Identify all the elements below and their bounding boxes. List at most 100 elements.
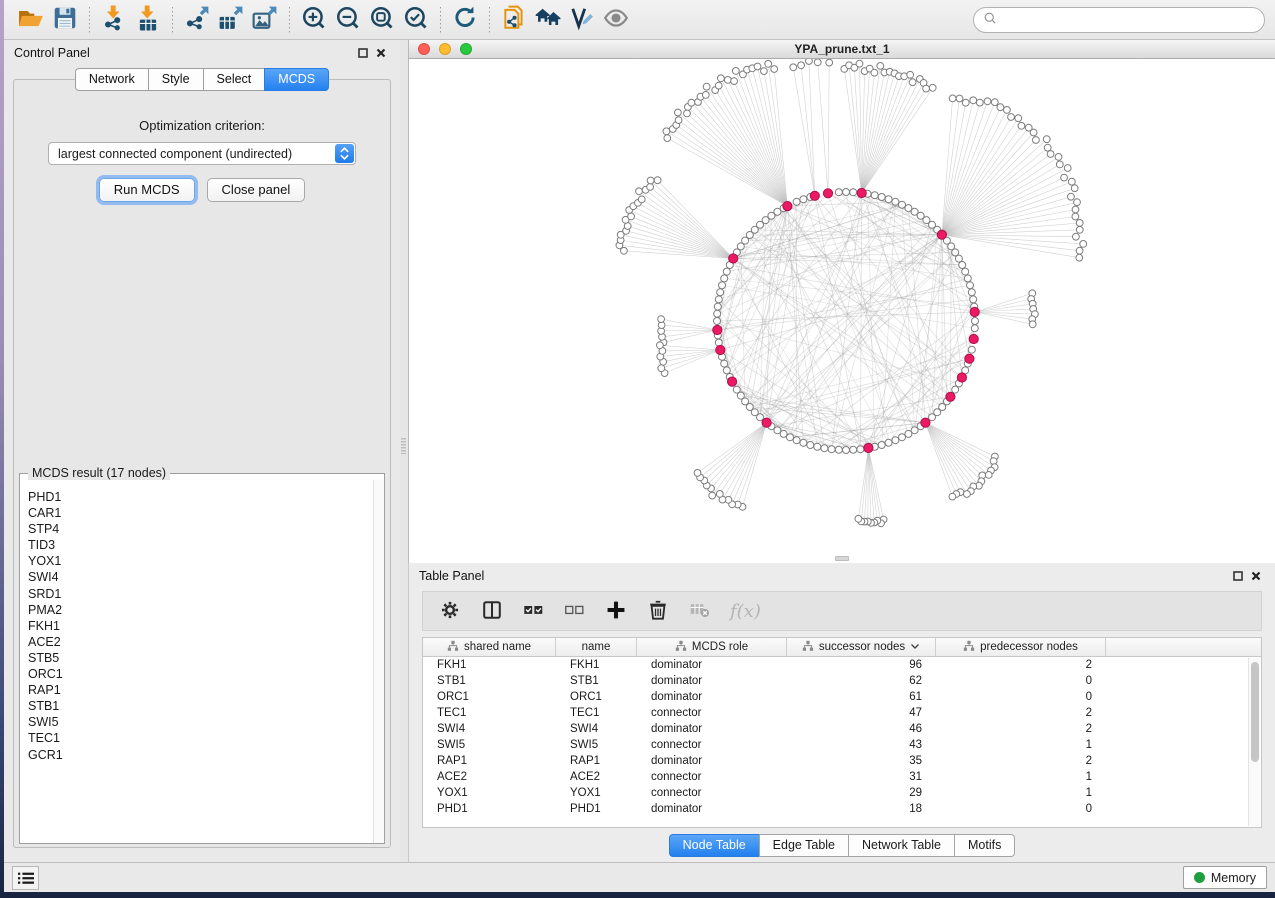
mcds-result-item[interactable]: CAR1	[28, 505, 373, 521]
vizmapper-button[interactable]	[565, 5, 599, 35]
mcds-result-item[interactable]: RAP1	[28, 682, 373, 698]
cell-MCDS-role[interactable]: dominator	[637, 755, 787, 767]
cell-MCDS-role[interactable]: dominator	[637, 675, 787, 687]
mcds-result-item[interactable]: TID3	[28, 537, 373, 553]
cell-shared-name[interactable]: STB1	[423, 675, 556, 687]
cell-predecessor-nodes[interactable]: 0	[936, 691, 1106, 703]
tab-network[interactable]: Network	[75, 68, 148, 91]
table-row[interactable]: SWI5SWI5connector431	[423, 737, 1261, 753]
tab-edge-table[interactable]: Edge Table	[759, 834, 848, 857]
tab-select[interactable]: Select	[203, 68, 265, 91]
table-row[interactable]: STB1STB1dominator620	[423, 673, 1261, 689]
vertical-splitter[interactable]	[400, 40, 408, 862]
cell-name[interactable]: PHD1	[556, 803, 637, 815]
mcds-result-item[interactable]: PMA2	[28, 602, 373, 618]
cell-name[interactable]: ORC1	[556, 691, 637, 703]
mcds-result-item[interactable]: STB5	[28, 650, 373, 666]
float-table-panel-icon[interactable]	[1229, 568, 1247, 584]
close-panel-button[interactable]: Close panel	[207, 178, 306, 202]
cell-shared-name[interactable]: PHD1	[423, 803, 556, 815]
cell-name[interactable]: FKH1	[556, 659, 637, 671]
cell-name[interactable]: RAP1	[556, 755, 637, 767]
mcds-result-item[interactable]: STB1	[28, 698, 373, 714]
close-window-icon[interactable]	[418, 43, 430, 55]
cell-MCDS-role[interactable]: dominator	[637, 659, 787, 671]
criterion-dropdown[interactable]: largest connected component (undirected)	[48, 142, 356, 165]
cell-predecessor-nodes[interactable]: 0	[936, 803, 1106, 815]
table-scrollbar[interactable]	[1248, 658, 1260, 826]
tab-style[interactable]: Style	[148, 68, 203, 91]
task-history-button[interactable]	[12, 866, 39, 890]
cell-successor-nodes[interactable]: 29	[787, 787, 936, 799]
tab-network-table[interactable]: Network Table	[848, 834, 954, 857]
cell-predecessor-nodes[interactable]: 2	[936, 659, 1106, 671]
select-all-button[interactable]	[523, 599, 544, 623]
cell-predecessor-nodes[interactable]: 1	[936, 739, 1106, 751]
table-row[interactable]: RAP1RAP1dominator352	[423, 753, 1261, 769]
zoom-in-button[interactable]	[297, 5, 331, 35]
cell-shared-name[interactable]: TEC1	[423, 707, 556, 719]
cell-predecessor-nodes[interactable]: 1	[936, 787, 1106, 799]
close-panel-icon[interactable]	[372, 45, 390, 61]
close-table-panel-icon[interactable]	[1247, 568, 1265, 584]
mcds-list-scrollbar[interactable]	[373, 480, 384, 843]
cell-shared-name[interactable]: FKH1	[423, 659, 556, 671]
search-box[interactable]	[973, 7, 1265, 33]
float-panel-icon[interactable]	[354, 45, 372, 61]
gear-button[interactable]	[439, 599, 461, 624]
export-network-button[interactable]	[180, 5, 214, 35]
cell-name[interactable]: SWI5	[556, 739, 637, 751]
table-row[interactable]: SWI4SWI4dominator462	[423, 721, 1261, 737]
mcds-result-item[interactable]: TEC1	[28, 730, 373, 746]
cell-MCDS-role[interactable]: connector	[637, 707, 787, 719]
maximize-window-icon[interactable]	[460, 43, 472, 55]
table-row[interactable]: YOX1YOX1connector291	[423, 785, 1261, 801]
mcds-result-item[interactable]: FKH1	[28, 618, 373, 634]
cell-name[interactable]: SWI4	[556, 723, 637, 735]
trash-button[interactable]	[647, 599, 669, 624]
cell-MCDS-role[interactable]: connector	[637, 771, 787, 783]
cell-predecessor-nodes[interactable]: 2	[936, 707, 1106, 719]
column-header-name[interactable]: name	[556, 638, 637, 656]
cell-shared-name[interactable]: SWI4	[423, 723, 556, 735]
column-header-MCDS-role[interactable]: MCDS role	[637, 638, 787, 656]
cell-name[interactable]: ACE2	[556, 771, 637, 783]
cell-successor-nodes[interactable]: 46	[787, 723, 936, 735]
scrollbar-thumb[interactable]	[1251, 662, 1259, 762]
mcds-result-list[interactable]: PHD1CAR1STP4TID3YOX1SWI4SRD1PMA2FKH1ACE2…	[20, 480, 373, 843]
cell-successor-nodes[interactable]: 18	[787, 803, 936, 815]
memory-button[interactable]: Memory	[1183, 866, 1267, 889]
cell-predecessor-nodes[interactable]: 2	[936, 755, 1106, 767]
cell-successor-nodes[interactable]: 31	[787, 771, 936, 783]
import-table-button[interactable]	[131, 5, 165, 35]
table-row[interactable]: ORC1ORC1dominator610	[423, 689, 1261, 705]
cell-shared-name[interactable]: ORC1	[423, 691, 556, 703]
cell-MCDS-role[interactable]: dominator	[637, 803, 787, 815]
table-row[interactable]: TEC1TEC1connector472	[423, 705, 1261, 721]
cell-name[interactable]: YOX1	[556, 787, 637, 799]
refresh-button[interactable]	[448, 5, 482, 35]
sort-chevron-icon[interactable]	[910, 641, 920, 653]
mcds-result-item[interactable]: GCR1	[28, 747, 373, 763]
cell-successor-nodes[interactable]: 47	[787, 707, 936, 719]
cell-predecessor-nodes[interactable]: 0	[936, 675, 1106, 687]
zoom-fit-button[interactable]	[365, 5, 399, 35]
minimize-window-icon[interactable]	[439, 43, 451, 55]
cell-shared-name[interactable]: SWI5	[423, 739, 556, 751]
zoom-out-button[interactable]	[331, 5, 365, 35]
cell-MCDS-role[interactable]: dominator	[637, 723, 787, 735]
mcds-result-item[interactable]: STP4	[28, 521, 373, 537]
mcds-result-item[interactable]: ACE2	[28, 634, 373, 650]
tab-node-table[interactable]: Node Table	[669, 834, 759, 857]
column-header-shared-name[interactable]: shared name	[423, 638, 556, 656]
cell-successor-nodes[interactable]: 96	[787, 659, 936, 671]
delete-table-button[interactable]	[689, 599, 710, 623]
cell-successor-nodes[interactable]: 62	[787, 675, 936, 687]
mcds-result-item[interactable]: SWI5	[28, 714, 373, 730]
import-network-button[interactable]	[97, 5, 131, 35]
search-input[interactable]	[1004, 13, 1255, 27]
cell-successor-nodes[interactable]: 35	[787, 755, 936, 767]
network-graph[interactable]	[409, 59, 1275, 563]
open-folder-button[interactable]	[14, 5, 48, 35]
network-home-button[interactable]	[531, 5, 565, 35]
